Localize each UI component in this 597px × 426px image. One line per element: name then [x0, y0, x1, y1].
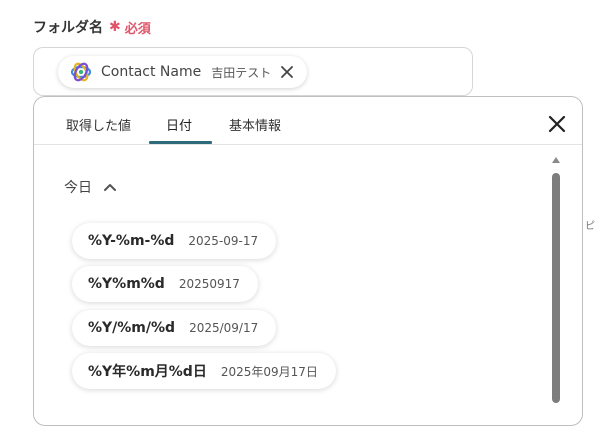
section-today-label: 今日 [64, 180, 92, 196]
close-icon [548, 115, 566, 133]
tab-bar: 取得した値 日付 基本情報 [34, 97, 582, 145]
scrollbar-thumb[interactable] [552, 173, 560, 403]
folder-name-field[interactable]: Contact Name 吉田テスト [33, 47, 473, 96]
tab-acquired-values[interactable]: 取得した値 [66, 115, 131, 134]
required-text: 必須 [124, 21, 151, 37]
option-format: %Y/%m/%d [88, 320, 176, 336]
chip-remove-button[interactable] [277, 62, 297, 82]
tab-date[interactable]: 日付 [166, 115, 192, 134]
close-panel-button[interactable] [546, 113, 568, 135]
tab-basic-info[interactable]: 基本情報 [229, 115, 281, 134]
option-format: %Y-%m-%d [88, 233, 175, 249]
scroll-up-arrow-icon[interactable] [552, 157, 560, 163]
chip-sub: 吉田テスト [211, 65, 272, 80]
app-logo-icon [70, 62, 92, 82]
field-label: フォルダ名 [33, 20, 103, 36]
active-tab-indicator [149, 141, 212, 144]
chevron-up-icon [104, 184, 116, 191]
date-format-option[interactable]: %Y%m%d 20250917 [72, 266, 258, 302]
chip-name: Contact Name [101, 64, 202, 80]
value-picker-panel: 取得した値 日付 基本情報 今日 %Y-%m-%d 2025-09-17 %Y%… [33, 96, 583, 426]
option-example: 2025/09/17 [189, 321, 259, 335]
section-today-toggle[interactable]: 今日 [64, 177, 116, 197]
option-example: 20250917 [178, 277, 240, 291]
clipped-edge-text: ピ [585, 221, 595, 232]
value-chip[interactable]: Contact Name 吉田テスト [58, 56, 308, 88]
option-example: 2025年09月17日 [220, 364, 318, 379]
date-format-option[interactable]: %Y年%m月%d日 2025年09月17日 [72, 353, 336, 389]
date-format-option[interactable]: %Y-%m-%d 2025-09-17 [72, 223, 277, 259]
option-format: %Y年%m月%d日 [88, 364, 207, 380]
option-format: %Y%m%d [88, 276, 165, 292]
field-label-row: フォルダ名 ✱ 必須 [33, 17, 151, 37]
scrollbar[interactable] [550, 157, 562, 405]
option-example: 2025-09-17 [188, 234, 259, 248]
close-icon [281, 66, 294, 78]
date-format-option[interactable]: %Y/%m/%d 2025/09/17 [72, 310, 277, 346]
required-star: ✱ [109, 19, 121, 35]
